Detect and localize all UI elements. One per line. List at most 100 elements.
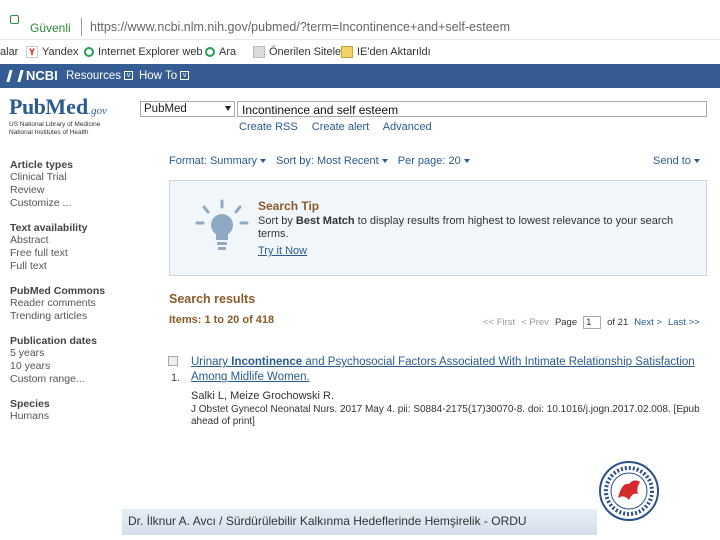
first-page-link[interactable]: << First xyxy=(483,317,515,328)
folder-icon xyxy=(341,46,353,58)
results-toolbar: Format: Summary Sort by: Most Recent Per… xyxy=(169,155,470,167)
lock-icon xyxy=(10,15,19,24)
logo-gov: .gov xyxy=(88,105,107,117)
create-rss-link[interactable]: Create RSS xyxy=(239,121,298,133)
bookmark-label: Önerilen Siteler xyxy=(269,46,345,58)
resources-menu[interactable]: Resources v xyxy=(66,70,133,82)
pagination: << First < Prev Page 1 of 21 Next > Last… xyxy=(483,316,700,329)
advanced-link[interactable]: Advanced xyxy=(383,121,432,133)
resources-label: Resources xyxy=(66,70,121,82)
result-title-bold: Incontinence xyxy=(231,356,303,368)
per-page-label: Per page: 20 xyxy=(397,155,461,167)
filter-heading: Article types xyxy=(10,159,74,171)
filter-item[interactable]: Review xyxy=(10,184,160,197)
send-to-dropdown[interactable]: Send to xyxy=(653,155,700,167)
search-input[interactable]: Incontinence and self esteem xyxy=(237,101,707,117)
sort-dropdown[interactable]: Sort by: Most Recent xyxy=(276,155,388,167)
logo-subtitle-1: US National Library of Medicine xyxy=(9,121,101,128)
logo-subtitle: US National Library of Medicine National… xyxy=(9,121,107,136)
tip-text-pre: Sort by xyxy=(258,215,296,227)
logo-med: Med xyxy=(45,94,89,119)
caret-down-icon xyxy=(260,159,267,164)
filter-item[interactable]: Abstract xyxy=(10,234,160,247)
bookmark-ie-web[interactable]: Internet Explorer web xyxy=(84,46,203,58)
filter-heading: Species xyxy=(10,398,50,410)
bookmark-suggested[interactable]: Önerilen Siteler xyxy=(253,46,345,58)
database-select[interactable]: PubMed xyxy=(140,101,235,117)
bookmark-icon xyxy=(253,46,265,58)
search-icon xyxy=(84,47,94,57)
divider xyxy=(81,18,82,36)
filter-item[interactable]: Free full text xyxy=(10,247,160,260)
ncbi-logo-text: NCBI xyxy=(26,68,58,83)
prev-page-link[interactable]: < Prev xyxy=(521,317,549,328)
tip-text-bold: Best Match xyxy=(295,215,355,227)
search-tip-box: Search Tip Sort by Best Match to display… xyxy=(169,180,707,276)
tip-title: Search Tip xyxy=(258,199,320,213)
page-of-label: of 21 xyxy=(607,317,629,328)
bookmark-label: Internet Explorer web xyxy=(98,46,203,58)
per-page-dropdown[interactable]: Per page: 20 xyxy=(398,155,470,167)
bookmark-ara[interactable]: Ara xyxy=(205,46,236,58)
bookmark-yandex[interactable]: Y Yandex xyxy=(26,46,79,58)
bookmark-label: IE'den Aktarıldı xyxy=(357,46,431,58)
footer-text: Dr. İlknur A. Avcı / Sürdürülebilir Kalk… xyxy=(128,514,527,528)
logo-subtitle-2: National Institutes of Health xyxy=(9,128,89,136)
secure-label: Güvenli xyxy=(30,21,71,35)
filter-item[interactable]: Customize ... xyxy=(10,197,160,210)
bookmarks-bar: alar Y Yandex Internet Explorer web Ara … xyxy=(0,40,720,66)
database-value: PubMed xyxy=(144,103,187,115)
send-to-label: Send to xyxy=(653,155,691,167)
result-title-link[interactable]: Urinary Incontinence and Psychosocial Fa… xyxy=(191,355,706,385)
bookmark-ie-imported[interactable]: IE'den Aktarıldı xyxy=(341,46,431,58)
page-number-input[interactable]: 1 xyxy=(583,316,602,329)
create-alert-link[interactable]: Create alert xyxy=(312,121,369,133)
caret-down-icon xyxy=(463,159,470,164)
filter-heading: Text availability xyxy=(10,222,88,234)
caret-down-icon xyxy=(381,159,388,164)
howto-label: How To xyxy=(139,70,178,82)
university-seal-icon xyxy=(599,461,659,521)
filter-item[interactable]: Reader comments xyxy=(10,297,160,310)
result-citation: J Obstet Gynecol Neonatal Nurs. 2017 May… xyxy=(191,404,700,427)
filter-item[interactable]: 5 years xyxy=(10,347,160,360)
result-authors: Salki L, Meize Grochowski R. xyxy=(191,390,335,402)
logo-pub: Pub xyxy=(9,94,46,119)
try-it-now-link[interactable]: Try it Now xyxy=(258,245,307,257)
howto-menu[interactable]: How To v xyxy=(139,70,190,82)
filter-item[interactable]: 10 years xyxy=(10,360,160,373)
ncbi-logo[interactable]: NCBI xyxy=(6,68,58,83)
filter-item[interactable]: Humans xyxy=(10,410,160,423)
format-dropdown[interactable]: Format: Summary xyxy=(169,155,267,167)
yandex-icon: Y xyxy=(26,46,38,58)
result-checkbox[interactable] xyxy=(168,356,178,366)
result-number: 1. xyxy=(171,372,181,384)
last-page-link[interactable]: Last >> xyxy=(668,317,700,328)
filter-sidebar: Article types Clinical Trial Review Cust… xyxy=(10,153,160,423)
browser-address-bar[interactable]: Güvenli https://www.ncbi.nlm.nih.gov/pub… xyxy=(0,0,720,40)
result-title-pre: Urinary xyxy=(191,356,232,368)
caret-down-icon xyxy=(693,159,700,164)
filter-item[interactable]: Custom range... xyxy=(10,373,160,386)
bookmark-label: Ara xyxy=(219,46,237,58)
results-heading: Search results xyxy=(169,292,256,306)
pubmed-logo[interactable]: PubMed.gov US National Library of Medici… xyxy=(9,94,107,136)
filter-item[interactable]: Trending articles xyxy=(10,310,160,323)
tip-text: Sort by Best Match to display results fr… xyxy=(258,215,698,241)
chevron-down-icon: v xyxy=(123,71,133,81)
search-query: Incontinence and self esteem xyxy=(242,103,399,117)
search-icon xyxy=(205,47,215,57)
bookmark-item[interactable]: alar xyxy=(0,46,18,58)
sort-label: Sort by: Most Recent xyxy=(276,155,379,167)
filter-item[interactable]: Full text xyxy=(10,260,160,273)
lightbulb-icon xyxy=(195,199,249,250)
items-count: Items: 1 to 20 of 418 xyxy=(169,314,275,326)
url-text[interactable]: https://www.ncbi.nlm.nih.gov/pubmed/?ter… xyxy=(90,20,510,34)
filter-heading: PubMed Commons xyxy=(10,285,106,297)
ncbi-bar: NCBI Resources v How To v xyxy=(0,64,720,88)
bookmark-label: Yandex xyxy=(42,46,79,58)
chevron-down-icon xyxy=(225,106,231,111)
next-page-link[interactable]: Next > xyxy=(634,317,662,328)
page-label: Page xyxy=(554,317,578,328)
filter-item[interactable]: Clinical Trial xyxy=(10,171,160,184)
